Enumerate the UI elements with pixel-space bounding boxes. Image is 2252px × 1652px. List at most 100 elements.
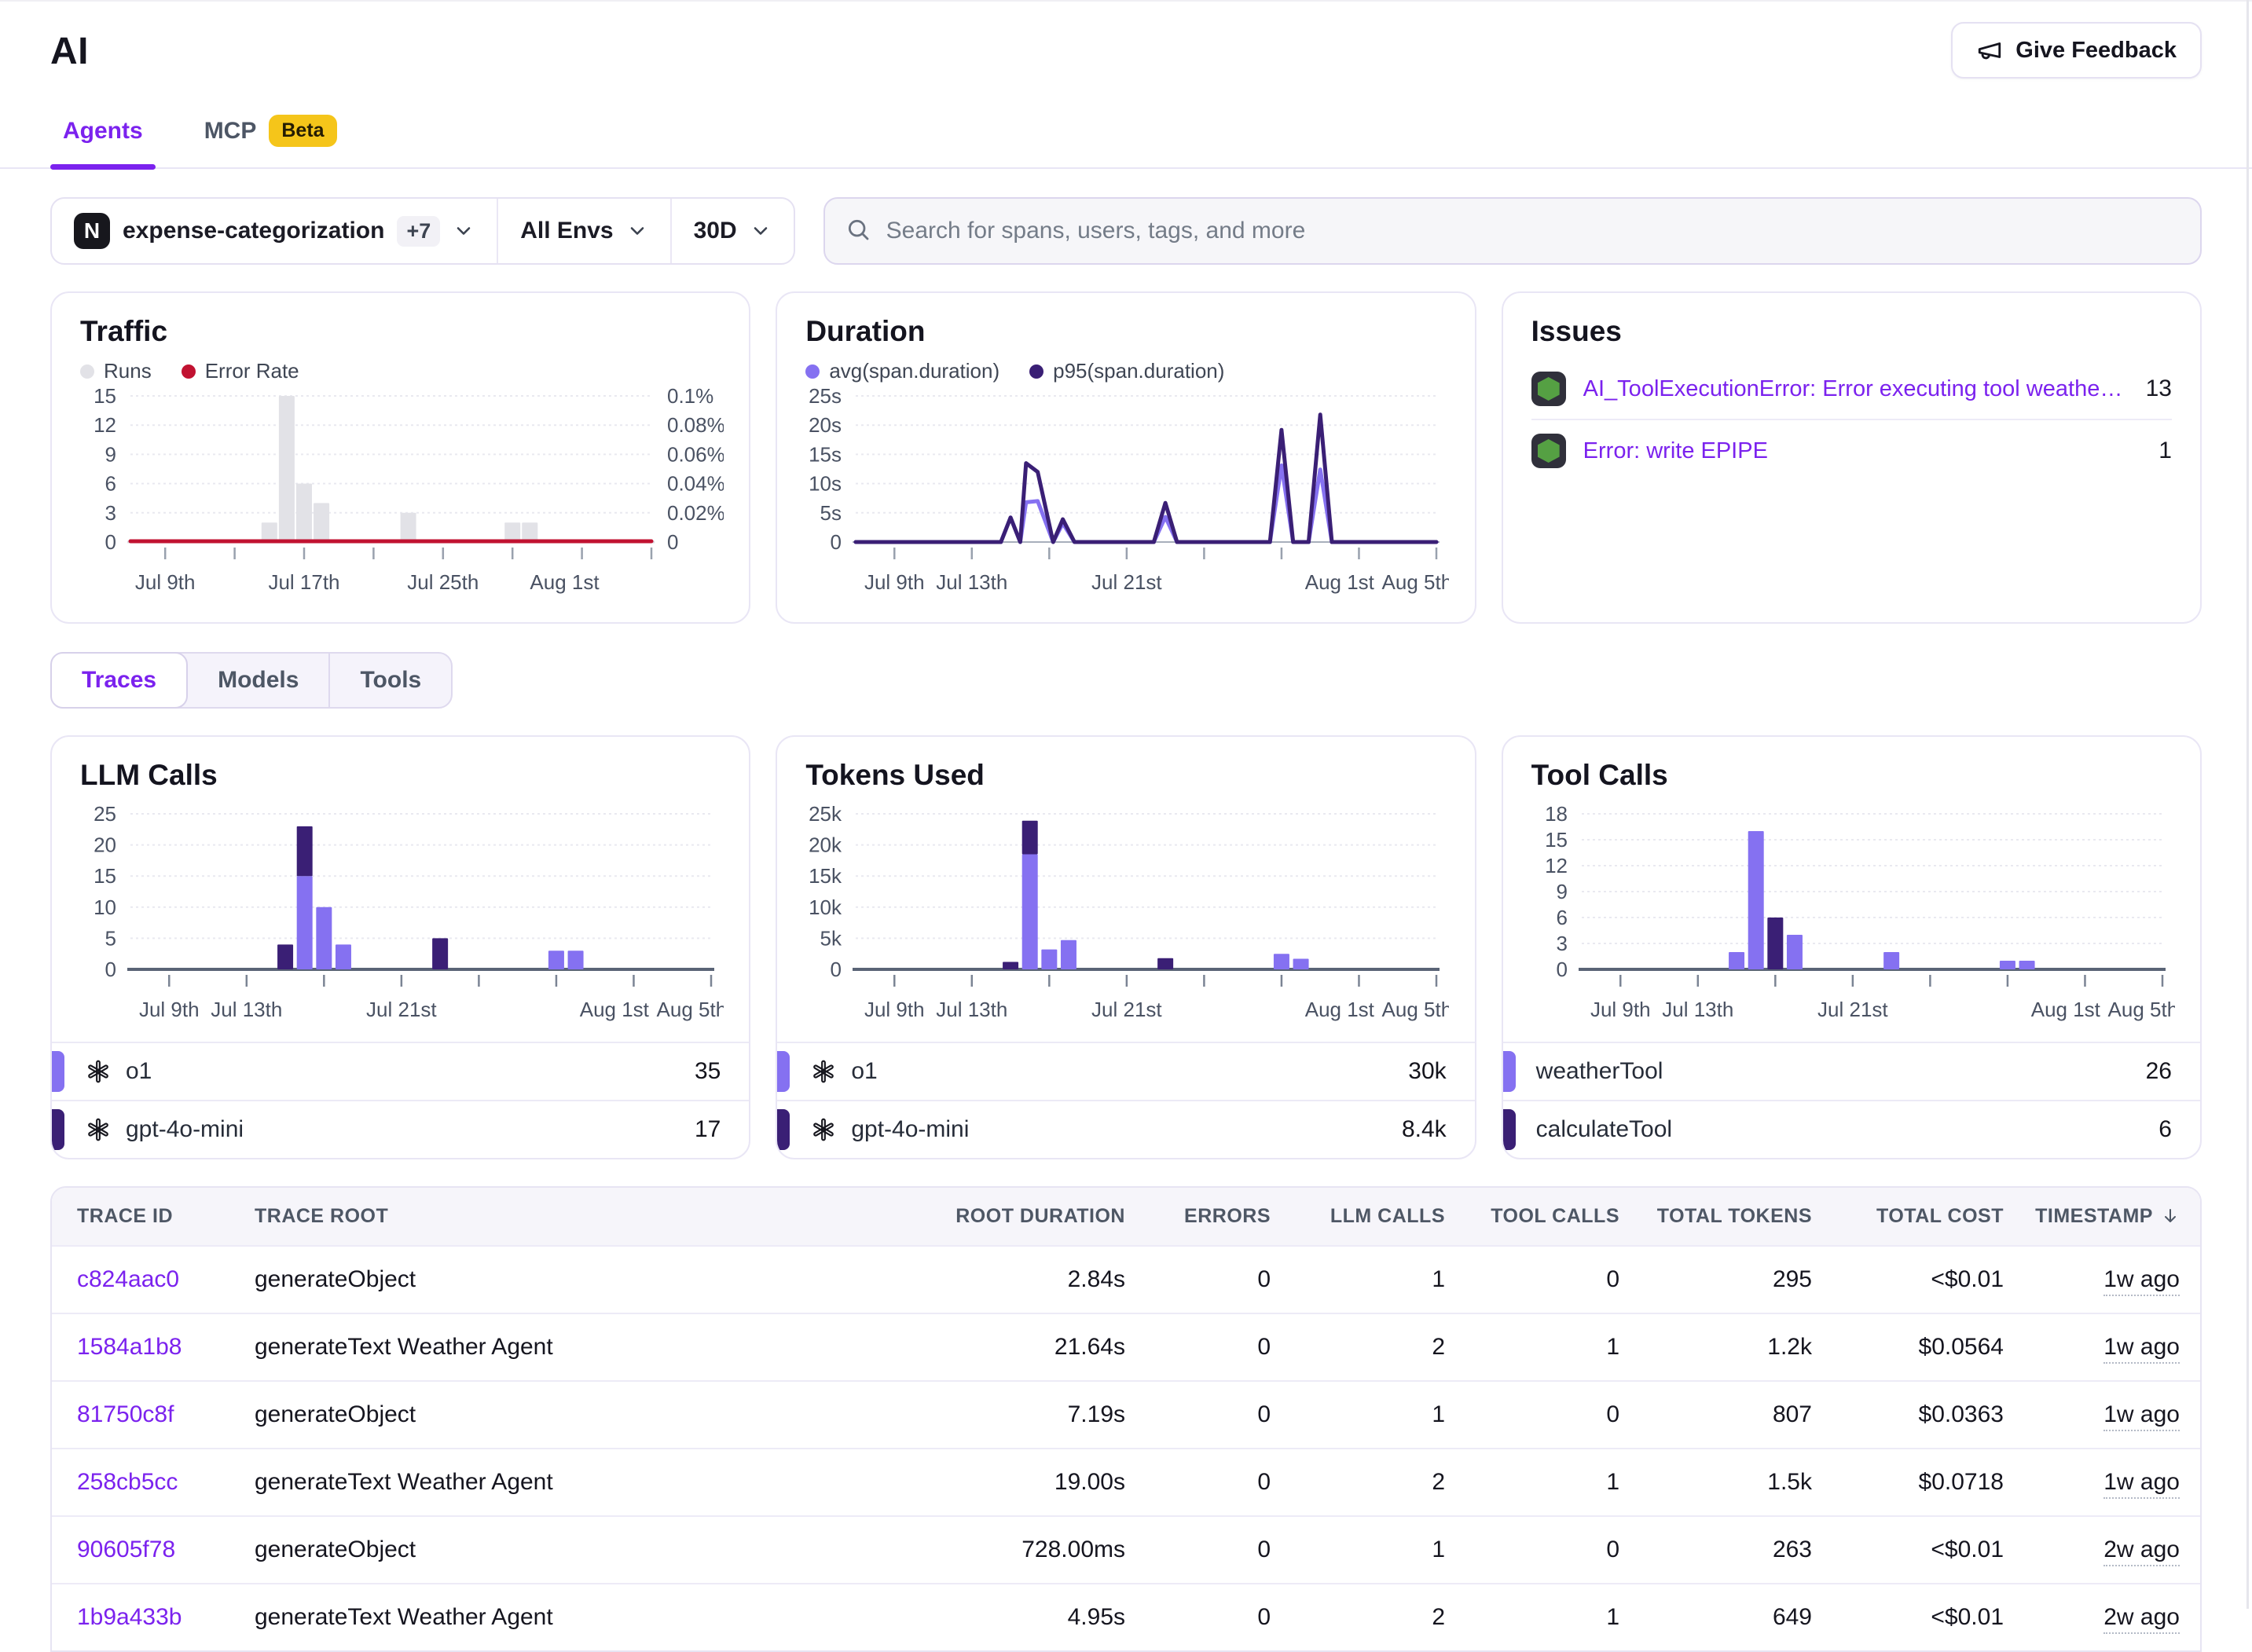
legend-row[interactable]: o130k bbox=[777, 1042, 1474, 1100]
table-cell: 0 bbox=[1125, 1516, 1271, 1584]
table-row[interactable]: 90605f78generateObject728.00ms010263<$0.… bbox=[52, 1516, 2200, 1584]
legend-row[interactable]: gpt-4o-mini8.4k bbox=[777, 1100, 1474, 1158]
timestamp-value[interactable]: 1w ago bbox=[2103, 1266, 2180, 1296]
trace-id-cell: c824aac0 bbox=[52, 1246, 255, 1313]
timestamp-value[interactable]: 1w ago bbox=[2103, 1401, 2180, 1431]
svg-text:0: 0 bbox=[105, 958, 116, 981]
tab-tools[interactable]: Tools bbox=[330, 654, 451, 707]
column-header[interactable]: TOTAL COST bbox=[1812, 1188, 2004, 1246]
legend-item: Runs bbox=[80, 359, 152, 383]
trace-id-link[interactable]: 258cb5cc bbox=[77, 1469, 178, 1495]
traffic-title: Traffic bbox=[80, 315, 721, 348]
series-value: 30k bbox=[1408, 1058, 1446, 1085]
table-row[interactable]: 1584a1b8generateText Weather Agent21.64s… bbox=[52, 1313, 2200, 1381]
table-cell: 21.64s bbox=[955, 1313, 1125, 1381]
duration-legend: avg(span.duration)p95(span.duration) bbox=[805, 359, 1446, 383]
tab-models[interactable]: Models bbox=[188, 654, 330, 707]
table-row[interactable]: c824aac0generateObject2.84s010295<$0.011… bbox=[52, 1246, 2200, 1313]
series-label: gpt-4o-mini bbox=[851, 1116, 1402, 1143]
error-kind-icon bbox=[1531, 372, 1566, 406]
table-cell: generateText Weather Agent bbox=[255, 1449, 955, 1516]
tokens-used-card: Tokens Used 05k10k15k20k25kJul 9thJul 13… bbox=[776, 735, 1476, 1159]
table-cell: 19.00s bbox=[955, 1449, 1125, 1516]
trace-id-link[interactable]: 90605f78 bbox=[77, 1537, 175, 1562]
scrollbar-track[interactable] bbox=[2246, 0, 2249, 1609]
svg-text:25: 25 bbox=[94, 803, 116, 826]
svg-text:0: 0 bbox=[667, 530, 678, 554]
give-feedback-button[interactable]: Give Feedback bbox=[1951, 22, 2202, 79]
timestamp-value[interactable]: 2w ago bbox=[2103, 1537, 2180, 1566]
table-cell: $0.0363 bbox=[1812, 1381, 2004, 1449]
svg-text:20k: 20k bbox=[809, 833, 842, 857]
table-cell: 263 bbox=[1619, 1516, 1812, 1584]
trace-id-link[interactable]: 1b9a433b bbox=[77, 1604, 182, 1630]
duration-chart: 05s10s15s20s25sJul 9thJul 13thJul 21stAu… bbox=[805, 388, 1449, 608]
trace-id-link[interactable]: c824aac0 bbox=[77, 1266, 179, 1292]
column-header[interactable]: TRACE ROOT bbox=[255, 1188, 955, 1246]
table-cell: generateText Weather Agent bbox=[255, 1584, 955, 1650]
duration-card: Duration avg(span.duration)p95(span.dura… bbox=[776, 291, 1476, 624]
column-header[interactable]: TOOL CALLS bbox=[1445, 1188, 1619, 1246]
legend-label: Runs bbox=[104, 359, 152, 383]
beta-badge: Beta bbox=[269, 115, 336, 147]
svg-text:Jul 9th: Jul 9th bbox=[139, 998, 200, 1021]
table-row[interactable]: 258cb5cc generateText Weather Agent19.00s… bbox=[52, 1449, 2200, 1516]
date-range-dropdown[interactable]: 30D bbox=[670, 199, 794, 263]
env-dropdown[interactable]: All Envs bbox=[497, 199, 669, 263]
issue-row[interactable]: Error: write EPIPE 1 bbox=[1531, 420, 2172, 482]
issue-row[interactable]: AI_ToolExecutionError: Error executing t… bbox=[1531, 359, 2172, 420]
series-color-bar bbox=[777, 1109, 790, 1150]
table-cell: 1 bbox=[1445, 1584, 1619, 1650]
svg-text:Aug 1st: Aug 1st bbox=[1305, 998, 1375, 1021]
table-cell: 1.2k bbox=[1619, 1313, 1812, 1381]
svg-text:6: 6 bbox=[105, 472, 116, 496]
page-title: AI bbox=[50, 30, 89, 73]
tab-mcp[interactable]: MCP Beta bbox=[192, 99, 350, 167]
search-input[interactable] bbox=[885, 217, 2180, 245]
legend-row[interactable]: o135 bbox=[52, 1042, 749, 1100]
timestamp-cell: 1w ago bbox=[2004, 1246, 2200, 1313]
tab-traces[interactable]: Traces bbox=[50, 652, 188, 709]
series-color-bar bbox=[52, 1109, 64, 1150]
legend-item: avg(span.duration) bbox=[805, 359, 999, 383]
series-value: 6 bbox=[2158, 1116, 2172, 1143]
svg-text:Jul 13th: Jul 13th bbox=[1662, 998, 1733, 1021]
openai-logo-icon bbox=[810, 1058, 837, 1085]
megaphone-icon bbox=[1976, 37, 2003, 64]
series-label: calculateTool bbox=[1536, 1116, 2159, 1143]
table-row[interactable]: 81750c8fgenerateObject7.19s010807$0.0363… bbox=[52, 1381, 2200, 1449]
trace-id-link[interactable]: 1584a1b8 bbox=[77, 1334, 182, 1360]
timestamp-value[interactable]: 1w ago bbox=[2103, 1469, 2180, 1499]
openai-logo-icon bbox=[85, 1058, 112, 1085]
svg-text:10s: 10s bbox=[809, 472, 842, 496]
column-header[interactable]: ERRORS bbox=[1125, 1188, 1271, 1246]
table-row[interactable]: 1b9a433bgenerateText Weather Agent4.95s0… bbox=[52, 1584, 2200, 1650]
column-header[interactable]: ROOT DURATION bbox=[955, 1188, 1125, 1246]
legend-label: Error Rate bbox=[205, 359, 299, 383]
project-dropdown[interactable]: N expense-categorization +7 bbox=[52, 199, 497, 263]
legend-row[interactable]: weatherTool26 bbox=[1503, 1042, 2200, 1100]
series-value: 35 bbox=[695, 1058, 721, 1085]
series-label: o1 bbox=[851, 1058, 1408, 1085]
legend-row[interactable]: gpt-4o-mini17 bbox=[52, 1100, 749, 1158]
tab-agents[interactable]: Agents bbox=[50, 99, 156, 167]
timestamp-value[interactable]: 1w ago bbox=[2103, 1334, 2180, 1364]
tokens-used-chart: 05k10k15k20k25kJul 9thJul 13thJul 21stAu… bbox=[805, 803, 1449, 1038]
issue-link[interactable]: AI_ToolExecutionError: Error executing t… bbox=[1583, 376, 2129, 402]
column-header[interactable]: TRACE ID bbox=[52, 1188, 255, 1246]
svg-text:Aug 5th: Aug 5th bbox=[1382, 998, 1449, 1021]
column-header[interactable]: TIMESTAMP bbox=[2004, 1188, 2200, 1246]
column-header[interactable]: LLM CALLS bbox=[1271, 1188, 1445, 1246]
section-tab-bar: Traces Models Tools bbox=[50, 652, 453, 709]
trace-id-link[interactable]: 81750c8f bbox=[77, 1401, 174, 1427]
issue-link[interactable]: Error: write EPIPE bbox=[1583, 438, 2142, 464]
tab-agents-label: Agents bbox=[63, 118, 143, 145]
table-header: TRACE IDTRACE ROOTROOT DURATIONERRORSLLM… bbox=[52, 1188, 2200, 1246]
timestamp-cell: 2w ago bbox=[2004, 1584, 2200, 1650]
svg-text:Jul 21st: Jul 21st bbox=[1091, 570, 1162, 594]
column-header[interactable]: TOTAL TOKENS bbox=[1619, 1188, 1812, 1246]
table-cell: 2 bbox=[1271, 1313, 1445, 1381]
legend-row[interactable]: calculateTool6 bbox=[1503, 1100, 2200, 1158]
tab-mcp-label: MCP bbox=[204, 118, 257, 145]
search-box[interactable] bbox=[823, 197, 2202, 265]
